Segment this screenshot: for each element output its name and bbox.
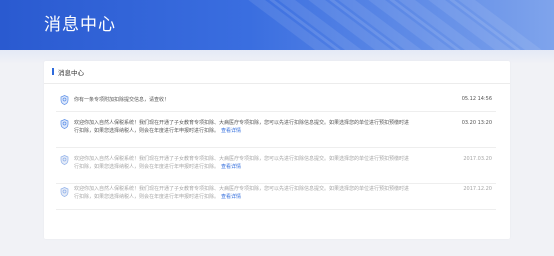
shield-icon (60, 187, 69, 197)
panel-header: 消息中心 (44, 61, 510, 84)
message-item[interactable]: 你有一条专项附加扣除提交信息，请查收！ 05.12 14:56 (56, 89, 496, 112)
message-item[interactable]: 欢迎你加入自然人保税系统！我们现在开通了子女教育专项扣除、大病医疗专项扣除，您可… (56, 113, 496, 148)
message-panel: 消息中心 你有一条专项附加扣除提交信息，请查收！ 05.12 14:56 欢迎你… (44, 61, 510, 239)
message-time: 2017.12.20 (463, 186, 492, 192)
message-text: 欢迎你加入自然人保税系统！我们现在开通了子女教育专项扣除、大病医疗专项扣除，您可… (74, 155, 412, 171)
shield-icon (60, 119, 69, 129)
view-details-link[interactable]: 查看详情 (221, 194, 241, 200)
message-body: 欢迎你加入自然人保税系统！我们现在开通了子女教育专项扣除、大病医疗专项扣除，您可… (74, 156, 410, 170)
message-body: 你有一条专项附加扣除提交信息，请查收！ (74, 97, 170, 103)
message-body: 欢迎你加入自然人保税系统！我们现在开通了子女教育专项扣除、大病医疗专项扣除，您可… (74, 186, 410, 200)
page-title: 消息中心 (44, 15, 116, 35)
view-details-link[interactable]: 查看详情 (221, 128, 241, 134)
message-body: 欢迎你加入自然人保税系统！我们现在开通了子女教育专项扣除、大病医疗专项扣除，您可… (74, 120, 410, 134)
header-banner: 消息中心 (0, 0, 554, 50)
message-time: 2017.03.20 (463, 156, 492, 162)
shield-icon (60, 95, 69, 105)
panel-title: 消息中心 (58, 69, 84, 77)
view-details-link[interactable]: 查看详情 (221, 164, 241, 170)
message-time: 05.12 14:56 (461, 96, 492, 102)
message-text: 欢迎你加入自然人保税系统！我们现在开通了子女教育专项扣除、大病医疗专项扣除，您可… (74, 119, 412, 135)
shield-icon (60, 155, 69, 165)
message-text: 欢迎你加入自然人保税系统！我们现在开通了子女教育专项扣除、大病医疗专项扣除，您可… (74, 185, 412, 201)
message-text: 你有一条专项附加扣除提交信息，请查收！ (74, 96, 412, 104)
title-accent-bar (52, 68, 54, 75)
message-item[interactable]: 欢迎你加入自然人保税系统！我们现在开通了子女教育专项扣除、大病医疗专项扣除，您可… (56, 149, 496, 184)
message-item[interactable]: 欢迎你加入自然人保税系统！我们现在开通了子女教育专项扣除、大病医疗专项扣除，您可… (56, 185, 496, 210)
message-time: 03.20 13:20 (461, 120, 492, 126)
